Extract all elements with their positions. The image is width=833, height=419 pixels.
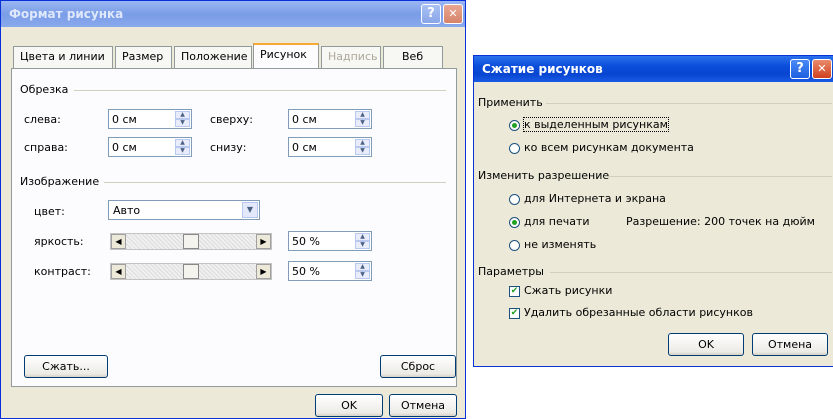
apply-selected-label[interactable]: к выделенным рисункам <box>523 117 669 132</box>
radio-selected-dot <box>512 220 517 225</box>
slider-right-icon[interactable]: ▶ <box>256 264 271 279</box>
crop-right-value: 0 см <box>112 141 137 154</box>
help-icon[interactable]: ? <box>421 4 441 24</box>
compress-pictures-checkbox[interactable]: ✔ <box>509 286 520 297</box>
apply-selected-radio[interactable] <box>509 120 520 131</box>
spin-down-icon[interactable]: ▼ <box>355 147 370 155</box>
compress-cancel-button[interactable]: Отмена <box>752 333 828 356</box>
contrast-slider-thumb[interactable] <box>183 264 199 279</box>
contrast-label: контраст: <box>34 265 91 278</box>
slider-left-icon[interactable]: ◀ <box>111 264 126 279</box>
format-cancel-button[interactable]: Отмена <box>389 394 457 417</box>
spin-up-icon[interactable]: ▲ <box>355 263 370 271</box>
compress-button[interactable]: Сжать... <box>24 355 108 378</box>
brightness-spinner[interactable]: 50 % ▲ ▼ <box>288 231 372 251</box>
close-icon[interactable]: ✕ <box>812 59 832 79</box>
compress-dialog-title: Сжатие рисунков <box>482 62 603 76</box>
crop-bottom-arrows[interactable]: ▲ ▼ <box>355 139 370 155</box>
spin-down-icon[interactable]: ▼ <box>175 147 190 155</box>
spin-down-icon[interactable]: ▼ <box>355 241 370 249</box>
crop-left-spinner[interactable]: 0 см ▲ ▼ <box>108 109 192 129</box>
contrast-arrows[interactable]: ▲ ▼ <box>355 263 370 279</box>
spin-down-icon[interactable]: ▼ <box>175 119 190 127</box>
contrast-spinner[interactable]: 50 % ▲ ▼ <box>288 261 372 281</box>
spin-up-icon[interactable]: ▲ <box>355 139 370 147</box>
params-group-divider <box>550 272 832 273</box>
help-icon[interactable]: ? <box>790 59 810 79</box>
resolution-group-label: Изменить разрешение <box>478 169 610 182</box>
crop-right-arrows[interactable]: ▲ ▼ <box>175 139 190 155</box>
compress-pictures-label[interactable]: Сжать рисунки <box>524 284 612 297</box>
tab-position[interactable]: Положение <box>174 46 252 68</box>
compress-dialog-titlebar[interactable]: Сжатие рисунков ? ✕ <box>474 56 833 82</box>
crop-left-label: слева: <box>24 113 61 126</box>
crop-group-divider <box>74 90 446 91</box>
resolution-web-radio[interactable] <box>509 194 520 205</box>
slider-right-icon[interactable]: ▶ <box>256 234 271 249</box>
crop-top-spinner[interactable]: 0 см ▲ ▼ <box>288 109 372 129</box>
format-dialog-titlebar[interactable]: Формат рисунка ? ✕ <box>1 1 465 27</box>
crop-top-arrows[interactable]: ▲ ▼ <box>355 111 370 127</box>
apply-all-label[interactable]: ко всем рисункам документа <box>524 141 694 154</box>
brightness-value: 50 % <box>292 235 320 248</box>
format-ok-button[interactable]: OK <box>315 394 383 417</box>
image-group-label: Изображение <box>20 175 100 188</box>
reset-button[interactable]: Сброс <box>380 355 456 378</box>
format-picture-dialog: Формат рисунка ? ✕ Цвета и линии Размер … <box>0 0 466 419</box>
tab-web[interactable]: Веб <box>383 46 443 68</box>
chevron-down-icon[interactable]: ▼ <box>242 202 258 218</box>
crop-left-value: 0 см <box>112 113 137 126</box>
resolution-web-label[interactable]: для Интернета и экрана <box>524 192 666 205</box>
crop-group-label: Обрезка <box>20 83 69 96</box>
crop-right-label: справа: <box>24 141 68 154</box>
color-label: цвет: <box>34 205 65 218</box>
apply-group-label: Применить <box>478 96 543 109</box>
resolution-print-label[interactable]: для печати <box>524 215 590 228</box>
delete-cropped-label[interactable]: Удалить обрезанные области рисунков <box>524 306 753 319</box>
delete-cropped-checkbox[interactable]: ✔ <box>509 308 520 319</box>
spin-up-icon[interactable]: ▲ <box>175 139 190 147</box>
spin-up-icon[interactable]: ▲ <box>175 111 190 119</box>
slider-left-icon[interactable]: ◀ <box>111 234 126 249</box>
params-group-label: Параметры <box>478 265 544 278</box>
crop-left-arrows[interactable]: ▲ ▼ <box>175 111 190 127</box>
tab-colors-lines[interactable]: Цвета и линии <box>13 46 113 68</box>
color-value: Авто <box>113 204 141 217</box>
spin-down-icon[interactable]: ▼ <box>355 119 370 127</box>
brightness-slider-thumb[interactable] <box>183 234 199 249</box>
color-dropdown[interactable]: Авто ▼ <box>108 200 260 220</box>
contrast-slider[interactable]: ◀ ▶ <box>110 263 272 280</box>
apply-all-radio[interactable] <box>509 143 520 154</box>
crop-top-value: 0 см <box>292 113 317 126</box>
resolution-keep-label[interactable]: не изменять <box>524 238 596 251</box>
crop-top-label: сверху: <box>210 113 254 126</box>
tab-text-box[interactable]: Надпись <box>321 46 381 68</box>
spin-up-icon[interactable]: ▲ <box>355 111 370 119</box>
compress-ok-button[interactable]: OK <box>668 333 744 356</box>
tab-size[interactable]: Размер <box>115 46 172 68</box>
crop-bottom-value: 0 см <box>292 141 317 154</box>
tab-picture[interactable]: Рисунок <box>253 43 319 69</box>
crop-bottom-label: снизу: <box>210 141 247 154</box>
picture-tab-panel: Обрезка слева: 0 см ▲ ▼ справа: 0 см ▲ ▼ с… <box>11 68 457 387</box>
crop-right-spinner[interactable]: 0 см ▲ ▼ <box>108 137 192 157</box>
resolution-group-divider <box>604 176 832 177</box>
resolution-print-radio[interactable] <box>509 217 520 228</box>
brightness-arrows[interactable]: ▲ ▼ <box>355 233 370 249</box>
spin-up-icon[interactable]: ▲ <box>355 233 370 241</box>
spin-down-icon[interactable]: ▼ <box>355 271 370 279</box>
brightness-label: яркость: <box>34 235 84 248</box>
close-icon[interactable]: ✕ <box>443 4 463 24</box>
image-group-divider <box>104 182 446 183</box>
apply-group-divider <box>546 103 832 104</box>
resolution-value-text: Разрешение: 200 точек на дюйм <box>626 215 815 228</box>
contrast-value: 50 % <box>292 265 320 278</box>
brightness-slider[interactable]: ◀ ▶ <box>110 233 272 250</box>
radio-selected-dot <box>512 123 517 128</box>
format-dialog-title: Формат рисунка <box>9 7 124 21</box>
crop-bottom-spinner[interactable]: 0 см ▲ ▼ <box>288 137 372 157</box>
resolution-keep-radio[interactable] <box>509 240 520 251</box>
compress-pictures-dialog: Сжатие рисунков ? ✕ Применить к выделенн… <box>473 55 833 367</box>
